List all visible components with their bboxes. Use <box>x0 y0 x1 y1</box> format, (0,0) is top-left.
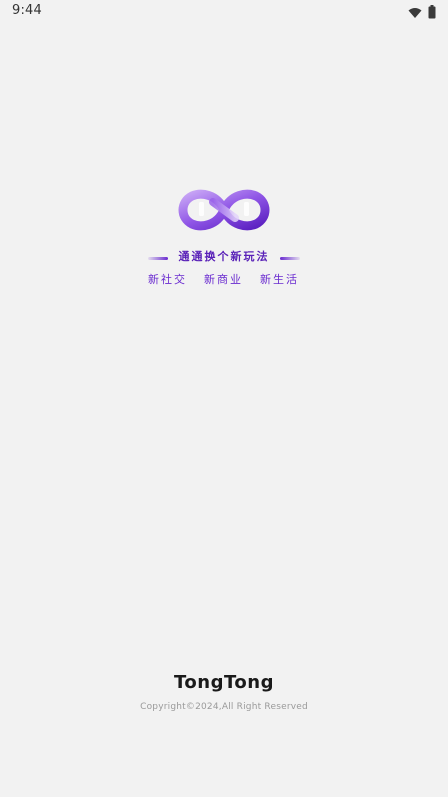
battery-icon <box>428 4 436 23</box>
slogans: 新社交 新商业 新生活 <box>148 272 300 288</box>
brand-name: TongTong <box>174 672 274 693</box>
copyright-text: Copyright©2024,All Right Reserved <box>140 702 308 712</box>
slogan-life: 新生活 <box>260 273 299 286</box>
tagline-right-line <box>280 257 300 260</box>
status-bar: 9:44 <box>0 0 448 22</box>
tagline: 通通换个新玩法 <box>148 249 300 265</box>
slogan-business: 新商业 <box>204 273 243 286</box>
infinity-logo <box>177 186 271 234</box>
slogan-social: 新社交 <box>148 273 187 286</box>
tagline-left-line <box>148 257 168 260</box>
status-time: 9:44 <box>12 3 42 18</box>
status-icons <box>408 4 436 23</box>
tagline-text: 通通换个新玩法 <box>178 250 270 263</box>
wifi-icon <box>408 4 422 23</box>
